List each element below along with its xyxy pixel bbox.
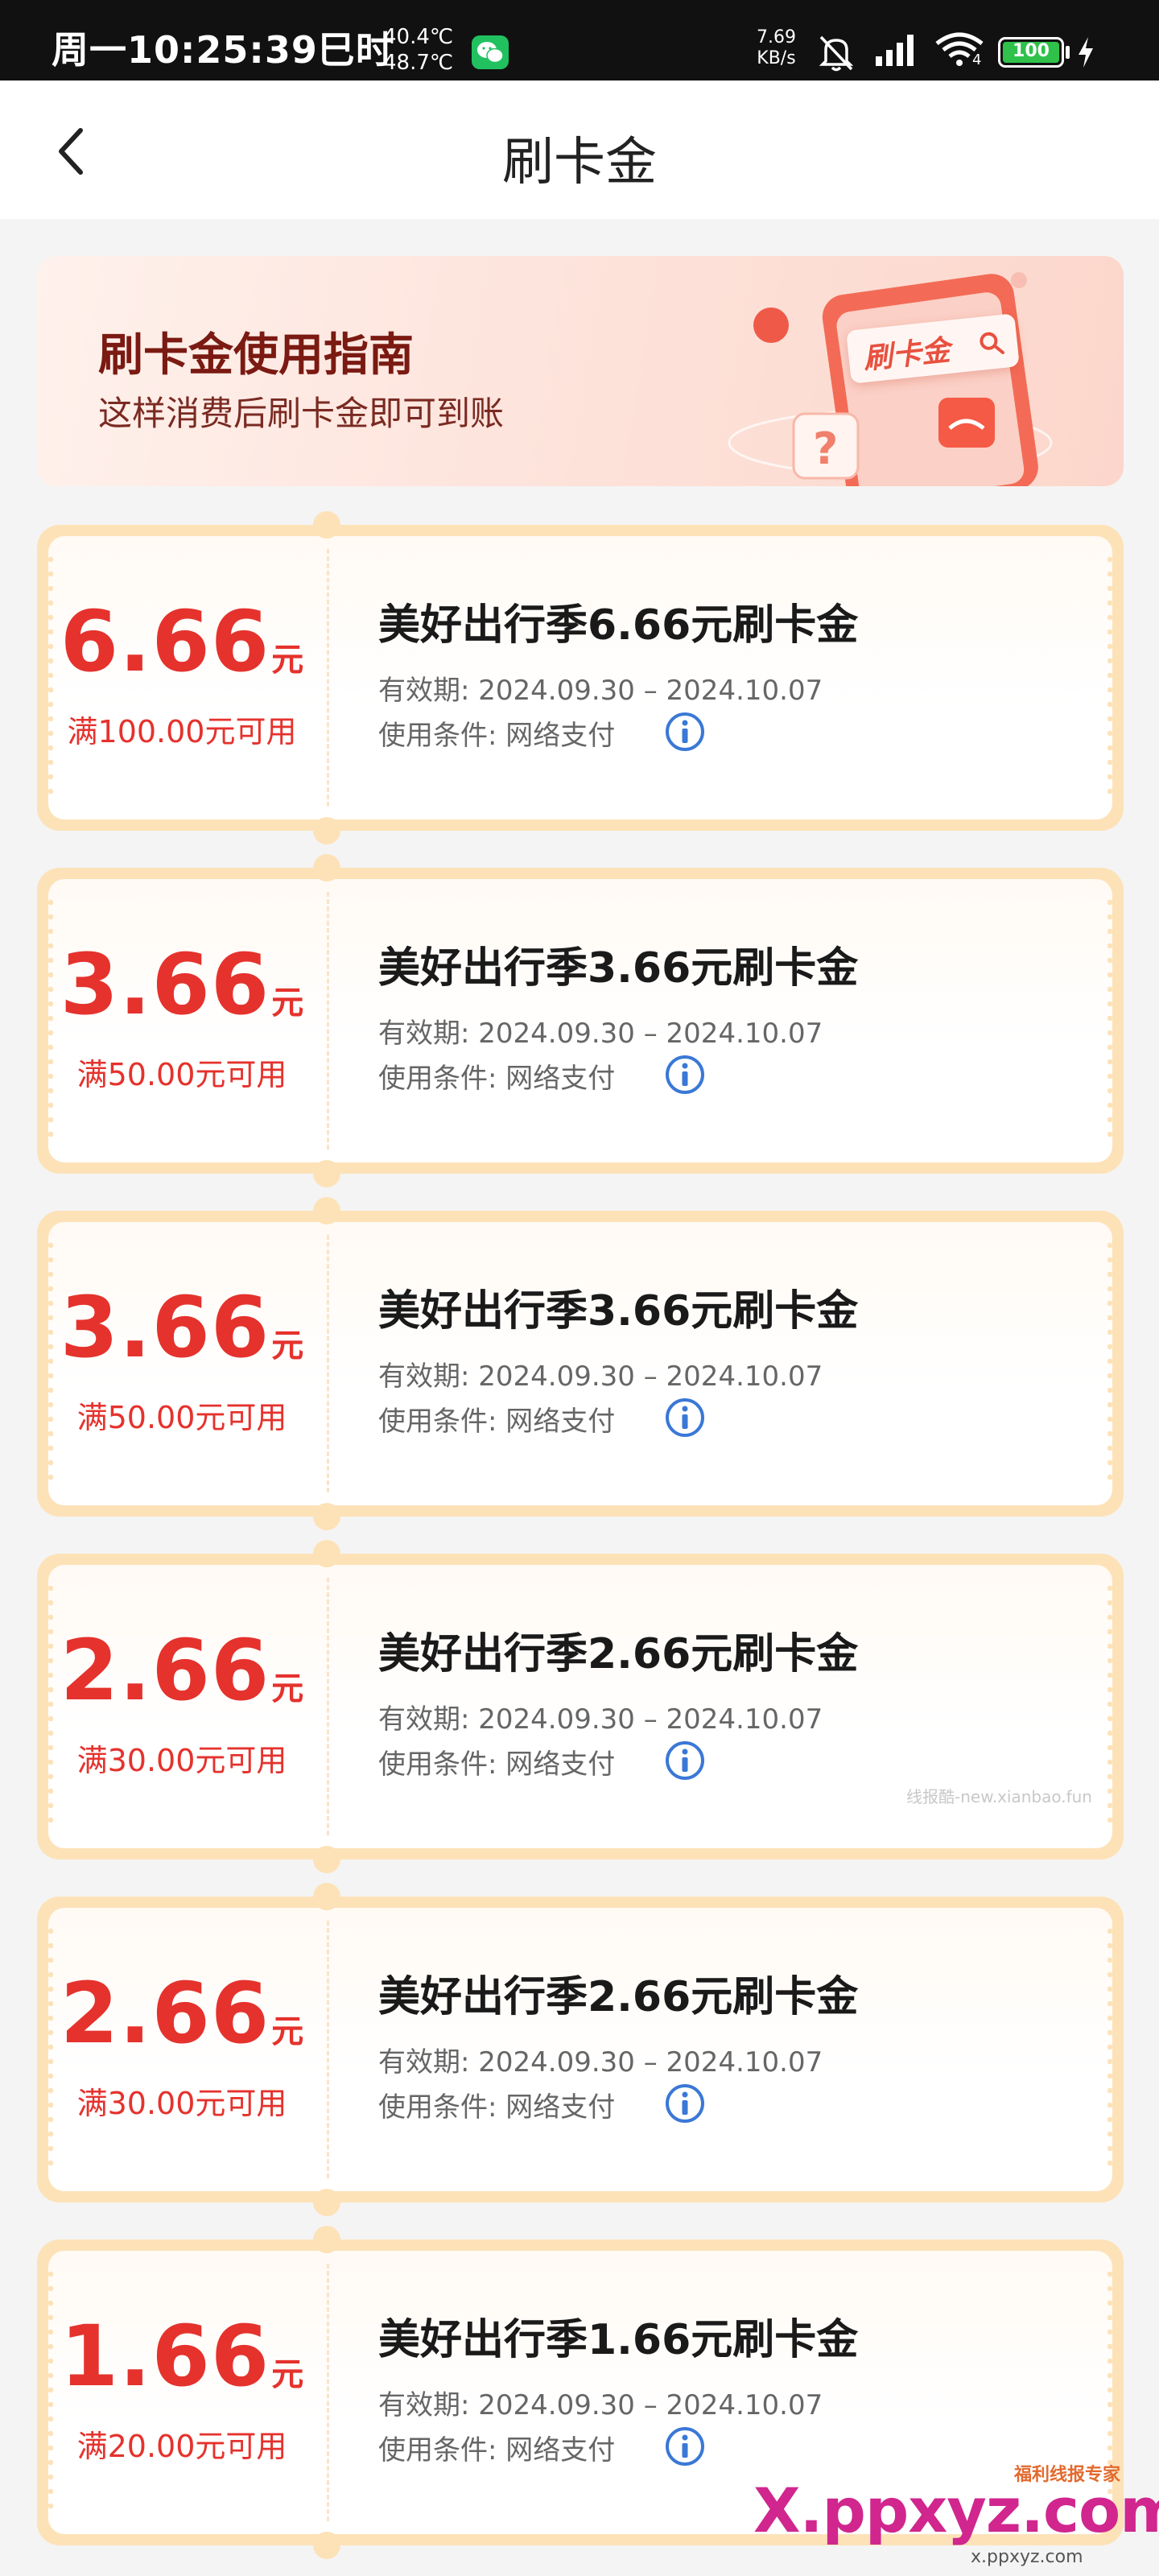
coupon-title: 美好出行季1.66元刷卡金: [378, 2316, 859, 2364]
coupon-validity: 有效期: 2024.09.30 – 2024.10.07: [378, 675, 823, 707]
mute-bell-icon: [819, 35, 854, 72]
info-icon[interactable]: [665, 1055, 705, 1095]
signal-icon: [876, 35, 914, 66]
coupon-divider: [327, 1921, 329, 2178]
coupon-amount: 3.66元: [37, 935, 327, 1034]
coupon-validity: 有效期: 2024.09.30 – 2024.10.07: [378, 1018, 823, 1050]
coupon-amount-unit: 元: [271, 1327, 304, 1364]
coupon-divider: [327, 549, 329, 807]
search-icon: [980, 332, 1004, 354]
info-icon[interactable]: [665, 1397, 705, 1438]
coupon-divider: [327, 892, 329, 1150]
coupon-card[interactable]: 6.66元 满100.00元可用 美好出行季6.66元刷卡金 有效期: 2024…: [37, 511, 1124, 844]
coupon-condition: 满50.00元可用: [76, 1400, 287, 1435]
coupon-card[interactable]: 3.66元 满50.00元可用 美好出行季3.66元刷卡金 有效期: 2024.…: [37, 854, 1124, 1187]
temperature-1: 40.4℃: [383, 25, 454, 49]
status-temperatures: 40.4℃ 48.7℃: [383, 24, 453, 76]
info-icon[interactable]: [665, 1740, 705, 1781]
guide-subtitle: 这样消费后刷卡金即可到账: [98, 394, 505, 433]
coupon-card[interactable]: 2.66元 满30.00元可用 美好出行季2.66元刷卡金 有效期: 2024.…: [37, 1540, 1124, 1873]
coupon-amount-unit: 元: [271, 1670, 304, 1707]
coupon-amount: 2.66元: [37, 1621, 327, 1719]
coupon-condition: 满30.00元可用: [76, 1743, 287, 1778]
battery-cap: [1066, 46, 1070, 59]
coupon-validity: 有效期: 2024.09.30 – 2024.10.07: [378, 2389, 823, 2421]
coupon-validity: 有效期: 2024.09.30 – 2024.10.07: [378, 1703, 823, 1736]
watermark-text: 线报酷-new.xianbao.fun: [906, 1787, 1092, 1806]
coupon-amount-value: 3.66: [60, 935, 270, 1034]
coupon-usage: 使用条件: 网络支付: [378, 1406, 616, 1438]
coupon-title: 美好出行季2.66元刷卡金: [378, 1630, 859, 1678]
net-speed-unit: KB/s: [757, 48, 796, 68]
status-bar: 周一10:25:39巳时 40.4℃ 48.7℃ 7.69 KB/s 4 100: [0, 0, 1159, 80]
watermark-logo: 福利线报专家 X.ppxyz.com x.ppxyz.com: [753, 2460, 1159, 2573]
coupon-usage: 使用条件: 网络支付: [378, 2091, 616, 2124]
info-icon[interactable]: [665, 2083, 705, 2124]
coupon-title: 美好出行季3.66元刷卡金: [378, 1287, 859, 1335]
coupon-amount-value: 3.66: [60, 1278, 270, 1377]
coupon-amount-value: 2.66: [60, 1964, 270, 2062]
net-speed-value: 7.69: [757, 27, 796, 47]
battery-level: 100: [1013, 41, 1050, 61]
coupon-condition: 满50.00元可用: [76, 1057, 287, 1092]
temperature-2: 48.7℃: [383, 51, 454, 75]
nav-bar: 刷卡金: [0, 80, 1159, 219]
coupon-amount-unit: 元: [271, 2356, 304, 2393]
coupon-condition: 满100.00元可用: [67, 714, 297, 749]
info-icon[interactable]: [665, 2426, 705, 2467]
coupon-validity: 有效期: 2024.09.30 – 2024.10.07: [378, 2046, 823, 2079]
coupon-amount: 1.66元: [37, 2307, 327, 2405]
coupon-amount-unit: 元: [271, 2013, 304, 2050]
coupon-amount-unit: 元: [271, 642, 304, 679]
coupon-amount-unit: 元: [271, 985, 304, 1022]
coupon-amount-value: 2.66: [60, 1621, 270, 1719]
coupon-condition: 满20.00元可用: [76, 2429, 287, 2464]
page-title: 刷卡金: [502, 133, 657, 192]
wechat-icon: [472, 35, 509, 69]
coupon-amount: 3.66元: [37, 1278, 327, 1377]
coupon-divider: [327, 1578, 329, 1835]
wifi-level: 4: [972, 52, 982, 68]
coupon-divider: [327, 1235, 329, 1492]
coupon-usage: 使用条件: 网络支付: [378, 1063, 616, 1095]
charging-icon: [1079, 37, 1093, 68]
coupon-usage: 使用条件: 网络支付: [378, 1748, 616, 1781]
coupon-title: 美好出行季2.66元刷卡金: [378, 1973, 859, 2021]
coupon-amount: 2.66元: [37, 1964, 327, 2062]
coupon-usage: 使用条件: 网络支付: [378, 2434, 616, 2467]
coupon-usage: 使用条件: 网络支付: [378, 720, 616, 752]
coupon-amount: 6.66元: [37, 592, 327, 691]
coupon-validity: 有效期: 2024.09.30 – 2024.10.07: [378, 1360, 823, 1393]
status-time: 周一10:25:39巳时: [52, 28, 394, 72]
info-icon[interactable]: [665, 712, 705, 752]
question-mark: ?: [813, 423, 838, 474]
watermark-site: X.ppxyz.com: [753, 2475, 1159, 2546]
coupon-condition: 满30.00元可用: [76, 2086, 287, 2121]
guide-banner[interactable]: 刷卡金使用指南 这样消费后刷卡金即可到账 ? 刷卡金: [37, 256, 1124, 486]
coupon-card[interactable]: 2.66元 满30.00元可用 美好出行季2.66元刷卡金 有效期: 2024.…: [37, 1883, 1124, 2216]
watermark-site-small: x.ppxyz.com: [971, 2547, 1083, 2567]
guide-title: 刷卡金使用指南: [98, 329, 414, 382]
coupon-amount-value: 6.66: [60, 592, 270, 691]
chip-label: 刷卡金: [861, 333, 952, 376]
battery-icon: 100: [998, 37, 1064, 68]
coupon-title: 美好出行季6.66元刷卡金: [378, 601, 859, 650]
coupon-amount-value: 1.66: [60, 2307, 270, 2405]
coupon-card[interactable]: 3.66元 满50.00元可用 美好出行季3.66元刷卡金 有效期: 2024.…: [37, 1197, 1124, 1530]
coupon-title: 美好出行季3.66元刷卡金: [378, 944, 859, 993]
net-speed: 7.69 KB/s: [757, 27, 796, 69]
coupon-divider: [327, 2264, 329, 2521]
